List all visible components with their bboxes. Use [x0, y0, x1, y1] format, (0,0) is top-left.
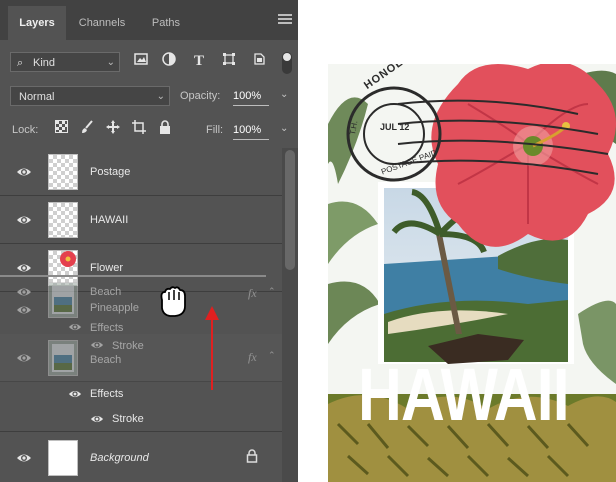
- lock-artboard-icon[interactable]: [130, 120, 148, 138]
- shape-layer-filter-icon[interactable]: [220, 52, 238, 70]
- fx-icon[interactable]: fx: [248, 350, 257, 365]
- postcard-title: HAWAII: [358, 353, 570, 436]
- layer-name[interactable]: Postage: [90, 166, 130, 178]
- eye-visibility-icon[interactable]: [68, 387, 82, 404]
- filter-row: ⌕ Kind ⌄ T: [0, 46, 298, 78]
- chevron-down-icon[interactable]: ⌄: [280, 89, 288, 100]
- tab-channels[interactable]: Channels: [66, 6, 138, 40]
- stroke-row[interactable]: Stroke: [0, 406, 282, 432]
- lock-all-icon[interactable]: [156, 120, 174, 138]
- chevron-down-icon: ⌄: [156, 91, 165, 102]
- layer-name[interactable]: Flower: [90, 262, 123, 274]
- postmark-date-text: JUL 12: [380, 122, 410, 132]
- layer-row-background[interactable]: Background: [0, 434, 282, 482]
- eye-visibility-icon[interactable]: [16, 350, 32, 366]
- adjustment-layer-filter-icon[interactable]: [160, 52, 178, 70]
- eye-visibility-icon: [16, 302, 32, 318]
- opacity-label: Opacity:: [180, 90, 221, 102]
- layer-name: Pineapple: [90, 302, 139, 314]
- fill-label: Fill:: [206, 124, 224, 136]
- dragging-layer-ghost: Beach Pineapple fx ⌃ Effects: [0, 278, 282, 334]
- search-icon: ⌕: [17, 57, 24, 69]
- fill-value[interactable]: 100%: [233, 124, 261, 136]
- lock-transparent-pixels-icon[interactable]: [52, 120, 70, 138]
- tab-layers[interactable]: Layers: [8, 6, 66, 40]
- layer-name[interactable]: Background: [90, 452, 149, 464]
- lock-row: Lock: Fill: 100% ⌄: [0, 114, 298, 146]
- fill-underline: [233, 139, 269, 140]
- filter-kind-label: Kind: [33, 57, 56, 69]
- opacity-underline: [233, 105, 269, 106]
- layer-row-postage[interactable]: Postage: [0, 148, 282, 196]
- drag-direction-arrow: [204, 304, 220, 395]
- effects-row[interactable]: Effects: [0, 382, 282, 406]
- fx-icon: fx: [248, 286, 257, 300]
- eye-visibility-icon[interactable]: [16, 450, 32, 466]
- panel-tab-bar: Layers Channels Paths: [0, 0, 298, 40]
- layer-name[interactable]: Beach: [90, 354, 121, 366]
- effects-label: Effects: [90, 388, 124, 400]
- layer-name[interactable]: HAWAII: [90, 214, 128, 226]
- panel-menu-icon[interactable]: [278, 14, 292, 26]
- eye-visibility-icon[interactable]: [90, 412, 104, 429]
- eye-visibility-icon[interactable]: [16, 164, 32, 180]
- chevron-up-icon[interactable]: ⌃: [268, 350, 276, 361]
- blend-mode-dropdown[interactable]: Normal ⌄: [10, 86, 170, 106]
- stroke-label: Stroke: [112, 340, 144, 352]
- layer-name: Beach: [90, 286, 122, 298]
- eye-visibility-icon[interactable]: [16, 260, 32, 276]
- layer-row-beach-original[interactable]: Stroke Beach fx ⌃: [0, 334, 282, 382]
- eye-visibility-icon: [90, 338, 104, 355]
- eye-visibility-icon[interactable]: [16, 212, 32, 228]
- lock-icon: [246, 449, 258, 466]
- chevron-down-icon[interactable]: ⌄: [280, 123, 288, 134]
- layer-thumbnail: [48, 282, 78, 318]
- pixel-layer-filter-icon[interactable]: [132, 52, 150, 70]
- blend-mode-value: Normal: [19, 91, 55, 103]
- grab-hand-cursor-icon: [156, 286, 190, 321]
- tab-paths[interactable]: Paths: [138, 6, 194, 40]
- layer-row-hawaii[interactable]: HAWAII: [0, 196, 282, 244]
- layer-thumbnail: [48, 202, 78, 238]
- postcard-canvas-preview: HONOLULU JUL 12 POSTAGE PAID T.H. HAWAII: [328, 64, 616, 482]
- lock-image-pixels-brush-icon[interactable]: [78, 120, 96, 138]
- lock-label: Lock:: [12, 124, 39, 136]
- layers-panel: Layers Channels Paths ⌕ Kind ⌄ T Normal: [0, 0, 298, 482]
- eye-visibility-icon: [16, 284, 32, 300]
- chevron-up-icon: ⌃: [268, 286, 276, 296]
- layer-thumbnail: [48, 340, 78, 376]
- drop-indicator-line: [0, 275, 266, 277]
- filter-kind-dropdown[interactable]: ⌕ Kind ⌄: [10, 52, 120, 72]
- layer-thumbnail: [48, 154, 78, 190]
- opacity-value[interactable]: 100%: [233, 90, 261, 102]
- chevron-down-icon: ⌄: [106, 57, 115, 68]
- layer-list-scrollbar[interactable]: [282, 148, 298, 482]
- effects-label: Effects: [90, 322, 124, 334]
- stroke-label: Stroke: [112, 413, 144, 425]
- scrollbar-thumb[interactable]: [285, 150, 295, 270]
- filter-toggle-switch[interactable]: [282, 52, 292, 74]
- lock-position-move-icon[interactable]: [104, 120, 122, 138]
- smart-object-filter-icon[interactable]: [250, 52, 268, 70]
- layer-list: Postage HAWAII Flower Beach Pineapple fx…: [0, 148, 298, 482]
- blend-row: Normal ⌄ Opacity: 100% ⌄: [0, 80, 298, 112]
- layer-thumbnail: [48, 440, 78, 476]
- type-layer-filter-icon[interactable]: T: [190, 52, 208, 70]
